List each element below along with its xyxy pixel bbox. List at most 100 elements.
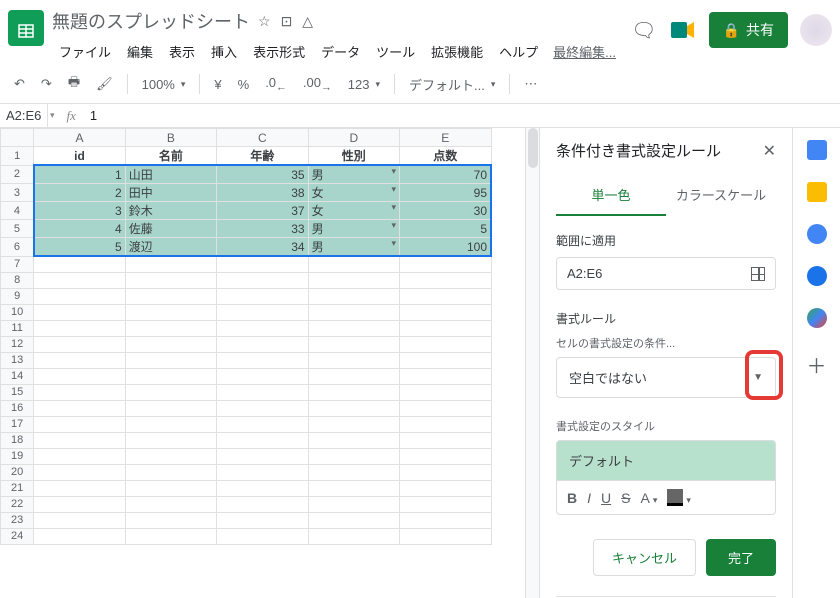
empty-cell[interactable] <box>217 496 308 512</box>
empty-cell[interactable] <box>217 336 308 352</box>
col-header[interactable]: E <box>400 129 492 147</box>
empty-cell[interactable] <box>34 528 125 544</box>
zoom-select[interactable]: 100% <box>136 73 192 96</box>
cloud-icon[interactable]: △ <box>302 13 313 30</box>
menu-extensions[interactable]: 拡張機能 <box>424 38 490 65</box>
fill-color-button[interactable] <box>667 489 691 506</box>
empty-cell[interactable] <box>308 400 399 416</box>
row-header[interactable]: 10 <box>1 304 34 320</box>
select-range-icon[interactable] <box>751 267 765 281</box>
row-header[interactable]: 14 <box>1 368 34 384</box>
data-cell[interactable]: 37 <box>217 202 308 220</box>
data-cell[interactable]: 3 <box>34 202 125 220</box>
empty-cell[interactable] <box>400 432 492 448</box>
data-cell[interactable]: 5 <box>400 220 492 238</box>
empty-cell[interactable] <box>217 464 308 480</box>
empty-cell[interactable] <box>125 288 216 304</box>
condition-select[interactable]: 空白ではない ▼ <box>556 357 776 398</box>
currency-button[interactable]: ¥ <box>208 73 227 96</box>
row-header[interactable]: 9 <box>1 288 34 304</box>
row-header[interactable]: 24 <box>1 528 34 544</box>
italic-button[interactable]: I <box>587 490 591 506</box>
empty-cell[interactable] <box>217 400 308 416</box>
header-cell[interactable]: 性別 <box>308 147 399 166</box>
row-header[interactable]: 19 <box>1 448 34 464</box>
empty-cell[interactable] <box>400 448 492 464</box>
tab-color-scale[interactable]: カラースケール <box>666 175 776 216</box>
keep-icon[interactable] <box>807 182 827 202</box>
empty-cell[interactable] <box>308 528 399 544</box>
empty-cell[interactable] <box>217 304 308 320</box>
menu-format[interactable]: 表示形式 <box>246 38 312 65</box>
contacts-icon[interactable] <box>807 266 827 286</box>
empty-cell[interactable] <box>217 256 308 272</box>
empty-cell[interactable] <box>217 352 308 368</box>
empty-cell[interactable] <box>125 416 216 432</box>
empty-cell[interactable] <box>125 320 216 336</box>
empty-cell[interactable] <box>308 384 399 400</box>
empty-cell[interactable] <box>400 416 492 432</box>
empty-cell[interactable] <box>308 448 399 464</box>
empty-cell[interactable] <box>34 368 125 384</box>
empty-cell[interactable] <box>217 368 308 384</box>
maps-icon[interactable] <box>807 308 827 328</box>
number-format-select[interactable]: 123 <box>342 73 386 96</box>
empty-cell[interactable] <box>400 512 492 528</box>
row-header[interactable]: 11 <box>1 320 34 336</box>
empty-cell[interactable] <box>400 304 492 320</box>
empty-cell[interactable] <box>308 288 399 304</box>
col-header[interactable]: C <box>217 129 308 147</box>
last-edit-link[interactable]: 最終編集... <box>553 42 616 61</box>
empty-cell[interactable] <box>125 400 216 416</box>
empty-cell[interactable] <box>34 336 125 352</box>
empty-cell[interactable] <box>34 256 125 272</box>
empty-cell[interactable] <box>125 352 216 368</box>
data-cell[interactable]: 35 <box>217 165 308 184</box>
row-header[interactable]: 16 <box>1 400 34 416</box>
empty-cell[interactable] <box>400 336 492 352</box>
font-select[interactable]: デフォルト... <box>403 71 501 98</box>
sheets-logo[interactable] <box>8 10 44 46</box>
redo-button[interactable]: ↷ <box>35 72 58 96</box>
empty-cell[interactable] <box>400 464 492 480</box>
data-cell[interactable]: 田中 <box>125 184 216 202</box>
row-header[interactable]: 4 <box>1 202 34 220</box>
empty-cell[interactable] <box>125 480 216 496</box>
empty-cell[interactable] <box>125 384 216 400</box>
menu-data[interactable]: データ <box>314 38 367 65</box>
data-cell[interactable]: 100 <box>400 238 492 257</box>
empty-cell[interactable] <box>217 432 308 448</box>
empty-cell[interactable] <box>400 400 492 416</box>
row-header[interactable]: 6 <box>1 238 34 257</box>
menu-edit[interactable]: 編集 <box>120 38 160 65</box>
data-cell-dropdown[interactable]: 男 <box>308 238 399 257</box>
empty-cell[interactable] <box>308 368 399 384</box>
data-cell[interactable]: 33 <box>217 220 308 238</box>
empty-cell[interactable] <box>217 448 308 464</box>
data-cell[interactable]: 2 <box>34 184 125 202</box>
data-cell-dropdown[interactable]: 女 <box>308 184 399 202</box>
empty-cell[interactable] <box>400 256 492 272</box>
empty-cell[interactable] <box>125 368 216 384</box>
empty-cell[interactable] <box>125 432 216 448</box>
close-icon[interactable]: ✕ <box>763 141 776 161</box>
empty-cell[interactable] <box>34 464 125 480</box>
data-cell[interactable]: 山田 <box>125 165 216 184</box>
row-header[interactable]: 18 <box>1 432 34 448</box>
menu-file[interactable]: ファイル <box>52 38 118 65</box>
empty-cell[interactable] <box>34 512 125 528</box>
empty-cell[interactable] <box>34 480 125 496</box>
empty-cell[interactable] <box>308 256 399 272</box>
vertical-scrollbar[interactable] <box>525 128 539 598</box>
empty-cell[interactable] <box>125 464 216 480</box>
empty-cell[interactable] <box>400 368 492 384</box>
empty-cell[interactable] <box>217 480 308 496</box>
add-addon-icon[interactable]: ＋ <box>807 350 827 379</box>
empty-cell[interactable] <box>308 320 399 336</box>
empty-cell[interactable] <box>400 288 492 304</box>
row-header[interactable]: 1 <box>1 147 34 166</box>
empty-cell[interactable] <box>217 320 308 336</box>
row-header[interactable]: 20 <box>1 464 34 480</box>
row-header[interactable]: 13 <box>1 352 34 368</box>
empty-cell[interactable] <box>217 272 308 288</box>
